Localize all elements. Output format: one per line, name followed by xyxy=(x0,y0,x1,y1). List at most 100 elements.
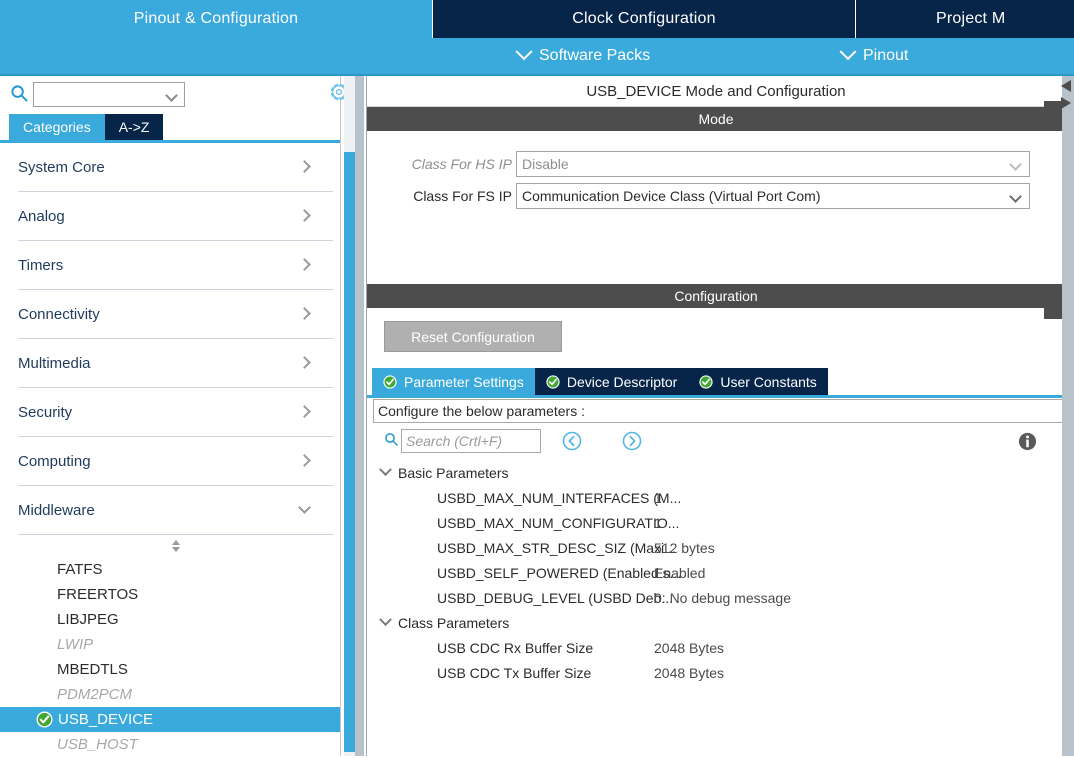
field-class-for-fs-ip: Class For FS IP Communication Device Cla… xyxy=(399,183,1030,209)
param-row[interactable]: USBD_SELF_POWERED (Enabled s... Enabled xyxy=(373,560,1063,585)
tab-project-manager[interactable]: Project M xyxy=(855,0,1074,38)
collapse-panel-arrow-icon[interactable] xyxy=(1058,79,1074,113)
browser-search-row xyxy=(0,76,340,112)
category-item-computing[interactable]: Computing xyxy=(18,437,333,486)
left-panel-scrollbar-thumb[interactable] xyxy=(344,152,355,752)
tab-clock-configuration[interactable]: Clock Configuration xyxy=(432,0,855,38)
param-value: 0: No debug message xyxy=(654,589,791,606)
circle-right-arrow-icon[interactable] xyxy=(621,430,643,452)
reset-configuration-button[interactable]: Reset Configuration xyxy=(384,321,562,352)
select-class-for-fs-ip-value: Communication Device Class (Virtual Port… xyxy=(522,188,821,204)
search-icon xyxy=(385,433,399,447)
configure-hint-bar: Configure the below parameters : xyxy=(373,399,1063,423)
tab-user-constants-label: User Constants xyxy=(720,373,817,390)
middleware-item-label: FATFS xyxy=(57,561,103,578)
category-item-security[interactable]: Security xyxy=(18,388,333,437)
mode-section-label: Mode xyxy=(698,111,734,127)
configuration-panel: USB_DEVICE Mode and Configuration Mode C… xyxy=(366,76,1065,758)
parameter-search-input[interactable]: Search (Crtl+F) xyxy=(401,429,541,453)
field-class-for-hs-ip-label: Class For HS IP xyxy=(411,156,512,172)
mode-section-header: Mode xyxy=(367,107,1065,131)
param-key: USB CDC Rx Buffer Size xyxy=(437,639,594,656)
reset-configuration-label: Reset Configuration xyxy=(411,328,535,345)
category-label: Computing xyxy=(18,452,91,470)
category-item-connectivity[interactable]: Connectivity xyxy=(18,290,333,339)
chevron-down-icon xyxy=(379,463,392,477)
check-circle-icon xyxy=(383,374,397,389)
middleware-item-libjpeg[interactable]: LIBJPEG xyxy=(0,607,340,632)
tab-a-to-z[interactable]: A->Z xyxy=(104,114,164,140)
panel-splitter[interactable] xyxy=(355,76,364,756)
param-row[interactable]: USB CDC Tx Buffer Size 2048 Bytes xyxy=(373,660,1063,685)
chevron-down-icon xyxy=(1009,190,1022,203)
param-key: USBD_MAX_NUM_CONFIGURATIO... xyxy=(437,514,680,531)
param-group-basic-rows: USBD_MAX_NUM_INTERFACES (M... 1 USBD_MAX… xyxy=(373,485,1063,610)
middleware-item-label: PDM2PCM xyxy=(57,686,133,703)
category-item-analog[interactable]: Analog xyxy=(18,192,333,241)
tab-pinout-configuration[interactable]: Pinout & Configuration xyxy=(0,0,432,38)
mode-section-body: Class For HS IP Disable Class For FS IP … xyxy=(367,131,1065,211)
sub-toolbar: Software Packs Pinout xyxy=(0,38,1074,74)
menu-pinout[interactable]: Pinout xyxy=(839,38,908,74)
middleware-item-label: FREERTOS xyxy=(57,586,139,603)
select-class-for-fs-ip[interactable]: Communication Device Class (Virtual Port… xyxy=(516,183,1030,209)
chevron-right-icon xyxy=(298,258,311,271)
param-value: 1 xyxy=(654,514,662,531)
category-item-multimedia[interactable]: Multimedia xyxy=(18,339,333,388)
browser-view-tabs: Categories A->Z xyxy=(9,114,164,140)
param-row[interactable]: USBD_DEBUG_LEVEL (USBD Deb... 0: No debu… xyxy=(373,585,1063,610)
chevron-right-icon xyxy=(298,356,311,369)
tab-clock-configuration-label: Clock Configuration xyxy=(572,10,716,27)
param-row[interactable]: USBD_MAX_STR_DESC_SIZ (Maxi... 512 bytes xyxy=(373,535,1063,560)
middleware-item-label: USB_DEVICE xyxy=(58,711,154,728)
search-input[interactable] xyxy=(33,82,185,107)
parameter-tree: Basic Parameters USBD_MAX_NUM_INTERFACES… xyxy=(373,460,1063,685)
page-title-label: USB_DEVICE Mode and Configuration xyxy=(586,82,846,100)
middleware-item-mbedtls[interactable]: MBEDTLS xyxy=(0,657,340,682)
middleware-item-label: USB_HOST xyxy=(57,736,138,753)
param-row[interactable]: USB CDC Rx Buffer Size 2048 Bytes xyxy=(373,635,1063,660)
configuration-section-body: Reset Configuration Parameter Settings D… xyxy=(367,308,1065,758)
param-group-basic-parameters[interactable]: Basic Parameters xyxy=(373,460,1063,485)
param-group-label: Class Parameters xyxy=(398,614,510,631)
category-item-middleware[interactable]: Middleware xyxy=(18,486,333,535)
category-item-system-core[interactable]: System Core xyxy=(18,143,333,192)
mode-section-spacer xyxy=(367,211,1065,284)
select-class-for-hs-ip: Disable xyxy=(516,151,1030,177)
parameter-search-placeholder: Search (Crtl+F) xyxy=(406,433,503,449)
chevron-down-icon xyxy=(839,43,857,61)
check-circle-icon xyxy=(699,374,713,389)
tab-parameter-settings[interactable]: Parameter Settings xyxy=(372,368,535,395)
tab-categories[interactable]: Categories xyxy=(9,114,105,140)
middleware-item-usb-device[interactable]: USB_DEVICE xyxy=(0,707,340,732)
param-row[interactable]: USBD_MAX_NUM_INTERFACES (M... 1 xyxy=(373,485,1063,510)
tab-user-constants[interactable]: User Constants xyxy=(688,368,828,395)
param-key: USB CDC Tx Buffer Size xyxy=(437,664,592,681)
param-row[interactable]: USBD_MAX_NUM_CONFIGURATIO... 1 xyxy=(373,510,1063,535)
tab-device-descriptor[interactable]: Device Descriptor xyxy=(534,368,689,395)
middleware-item-fatfs[interactable]: FATFS xyxy=(0,557,340,582)
chevron-down-icon xyxy=(1009,158,1022,171)
middleware-item-freertos[interactable]: FREERTOS xyxy=(0,582,340,607)
middleware-item-usb-host: USB_HOST xyxy=(0,732,340,756)
circle-left-arrow-icon[interactable] xyxy=(561,430,583,452)
field-class-for-hs-ip: Class For HS IP Disable xyxy=(399,151,1030,177)
middleware-item-label: LWIP xyxy=(57,636,94,653)
component-browser-panel: Categories A->Z System Core Analog Timer… xyxy=(0,76,341,756)
main-panel-scrollbar-track[interactable] xyxy=(1062,76,1074,756)
category-item-timers[interactable]: Timers xyxy=(18,241,333,290)
configuration-tab-strip: Parameter Settings Device Descriptor Use… xyxy=(372,368,828,395)
param-key: USBD_SELF_POWERED (Enabled s... xyxy=(437,564,682,581)
info-icon[interactable] xyxy=(1017,431,1038,452)
panel-resize-handle[interactable] xyxy=(18,535,333,557)
chevron-right-icon xyxy=(298,454,311,467)
param-group-label: Basic Parameters xyxy=(398,464,509,481)
configuration-section-header: Configuration xyxy=(367,284,1065,308)
check-circle-icon xyxy=(36,711,53,728)
category-list: System Core Analog Timers Connectivity M… xyxy=(0,143,340,756)
chevron-right-icon xyxy=(298,307,311,320)
param-group-class-parameters[interactable]: Class Parameters xyxy=(373,610,1063,635)
category-label: Analog xyxy=(18,207,65,225)
chevron-down-icon xyxy=(515,43,533,61)
menu-software-packs[interactable]: Software Packs xyxy=(515,38,650,74)
